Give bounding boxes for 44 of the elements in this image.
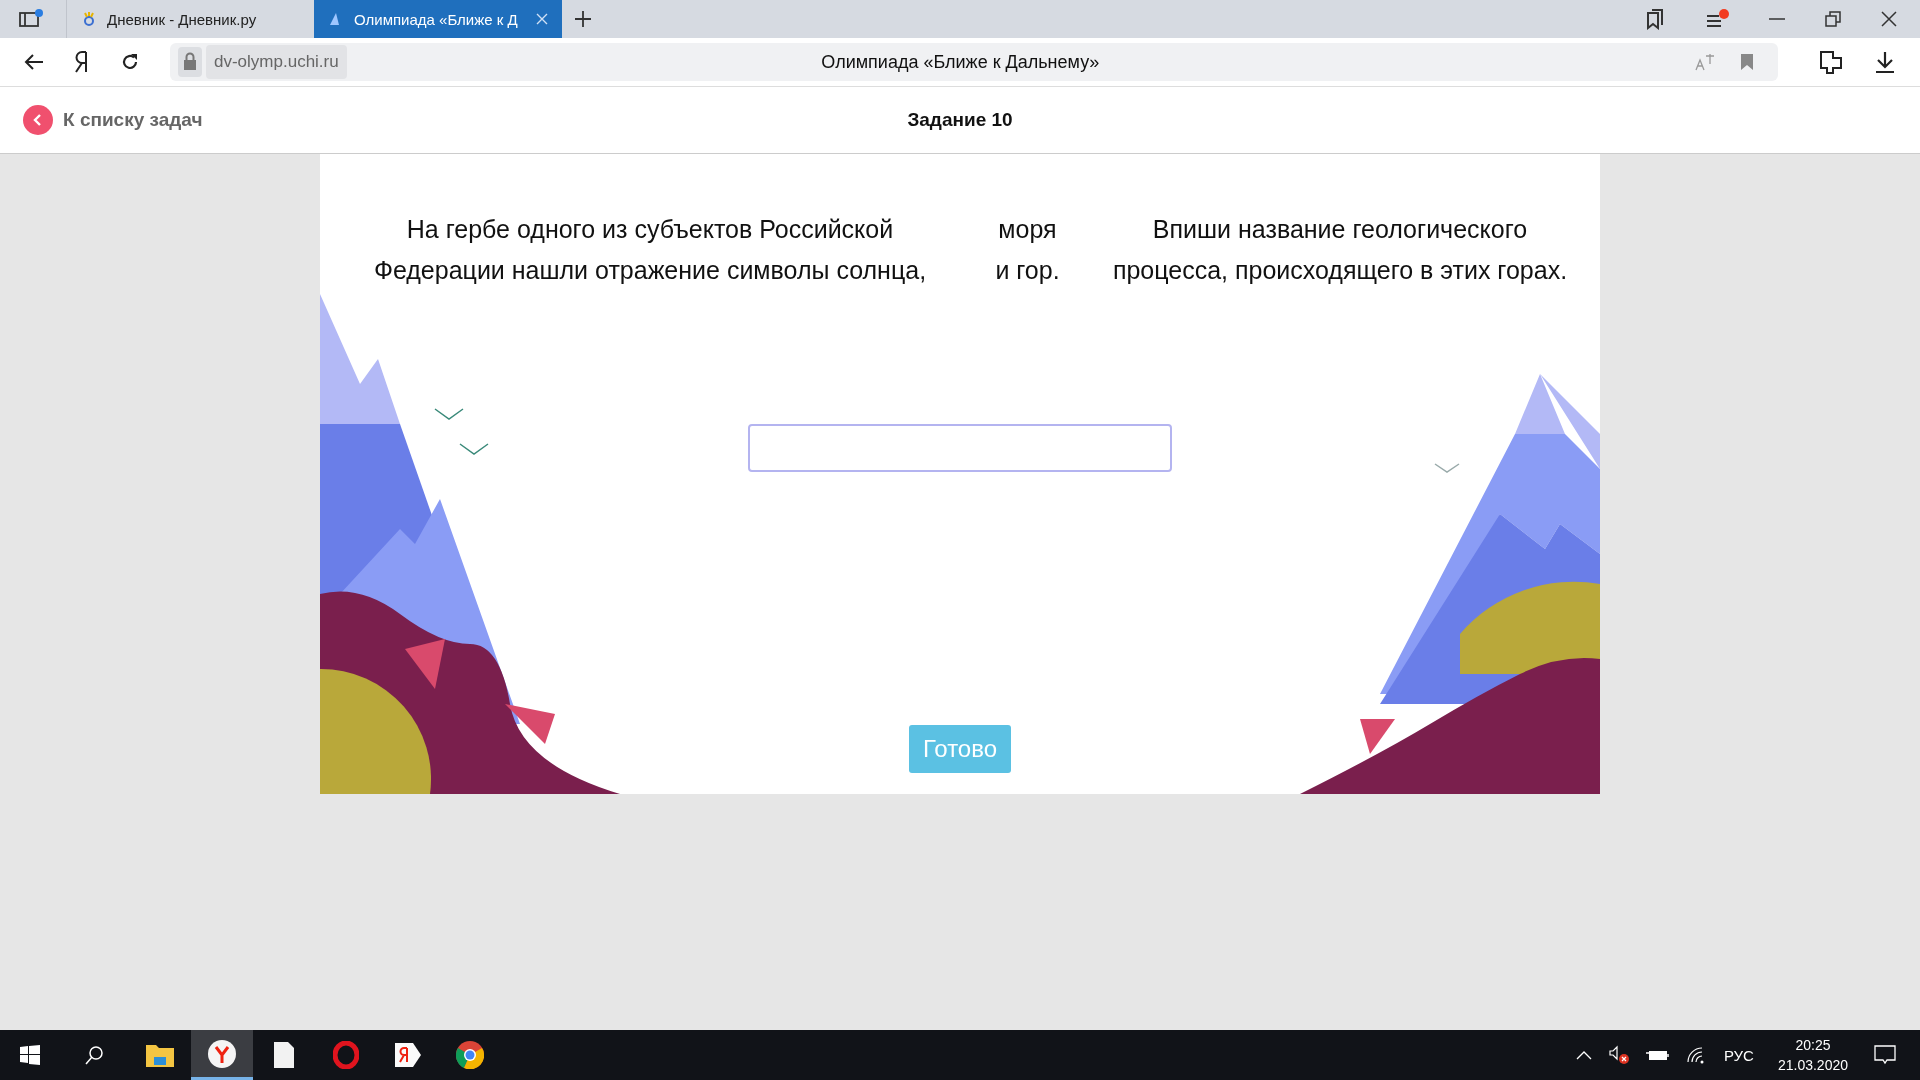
tabs-panel-icon[interactable]	[18, 9, 44, 29]
answer-field[interactable]	[748, 424, 1172, 472]
language-indicator[interactable]: РУС	[1723, 1046, 1754, 1064]
new-tab-icon[interactable]	[574, 10, 592, 28]
task-text: моря	[997, 214, 1058, 245]
speaker-muted-icon[interactable]	[1607, 1045, 1630, 1065]
task-title: Задание 10	[907, 109, 1013, 130]
clock-time[interactable]: 20:25	[1795, 1035, 1831, 1055]
bookmarks-icon[interactable]	[1644, 8, 1666, 30]
url-domain: dv-olymp.uchi.ru	[206, 45, 347, 79]
notifications-icon[interactable]	[1874, 1044, 1896, 1066]
task-text: Федерации нашли отражение символы солнца,	[372, 255, 928, 286]
opera-logo-icon	[333, 1041, 359, 1069]
wifi-icon[interactable]	[1685, 1046, 1706, 1064]
download-icon[interactable]	[1874, 50, 1896, 74]
battery-icon[interactable]	[1645, 1048, 1670, 1062]
page-title: Олимпиада «Ближе к Дальнему»	[820, 51, 1101, 73]
back-circle-icon	[23, 105, 53, 135]
chrome-logo-icon	[456, 1041, 484, 1069]
restore-icon[interactable]	[1824, 10, 1842, 28]
reload-icon[interactable]	[120, 52, 140, 72]
menu-icon[interactable]	[1704, 8, 1730, 30]
taskbar-app[interactable]	[191, 1030, 253, 1080]
favicon-icon	[81, 11, 97, 27]
back-to-tasks-link[interactable]: К списку задач	[23, 105, 203, 135]
task-text: и гор.	[994, 255, 1061, 286]
close-icon[interactable]	[1880, 10, 1898, 28]
task-text: Впиши название геологического	[1151, 214, 1529, 245]
lock-icon	[178, 47, 202, 77]
document-icon	[274, 1042, 294, 1068]
browser-logo-icon	[208, 1039, 236, 1068]
task-text: На гербе одного из субъектов Российской	[405, 214, 895, 245]
start-icon[interactable]	[20, 1045, 40, 1065]
ya-logo-icon	[395, 1041, 421, 1069]
clock-date[interactable]: 21.03.2020	[1777, 1055, 1848, 1075]
task-text: процесса, происходящего в этих горах.	[1111, 255, 1569, 286]
folder-icon	[146, 1043, 174, 1067]
yandex-logo-icon[interactable]	[74, 51, 90, 73]
bookmark-icon[interactable]	[1740, 53, 1754, 71]
address-field[interactable]: dv-olymp.uchi.ru Олимпиада «Ближе к Дальнему»	[170, 43, 1778, 81]
back-arrow-icon[interactable]	[24, 53, 44, 71]
browser-tab[interactable]: Олимпиада «Ближе к Д	[314, 0, 562, 38]
search-icon[interactable]	[84, 1045, 104, 1065]
chevron-up-icon[interactable]	[1575, 1050, 1592, 1060]
